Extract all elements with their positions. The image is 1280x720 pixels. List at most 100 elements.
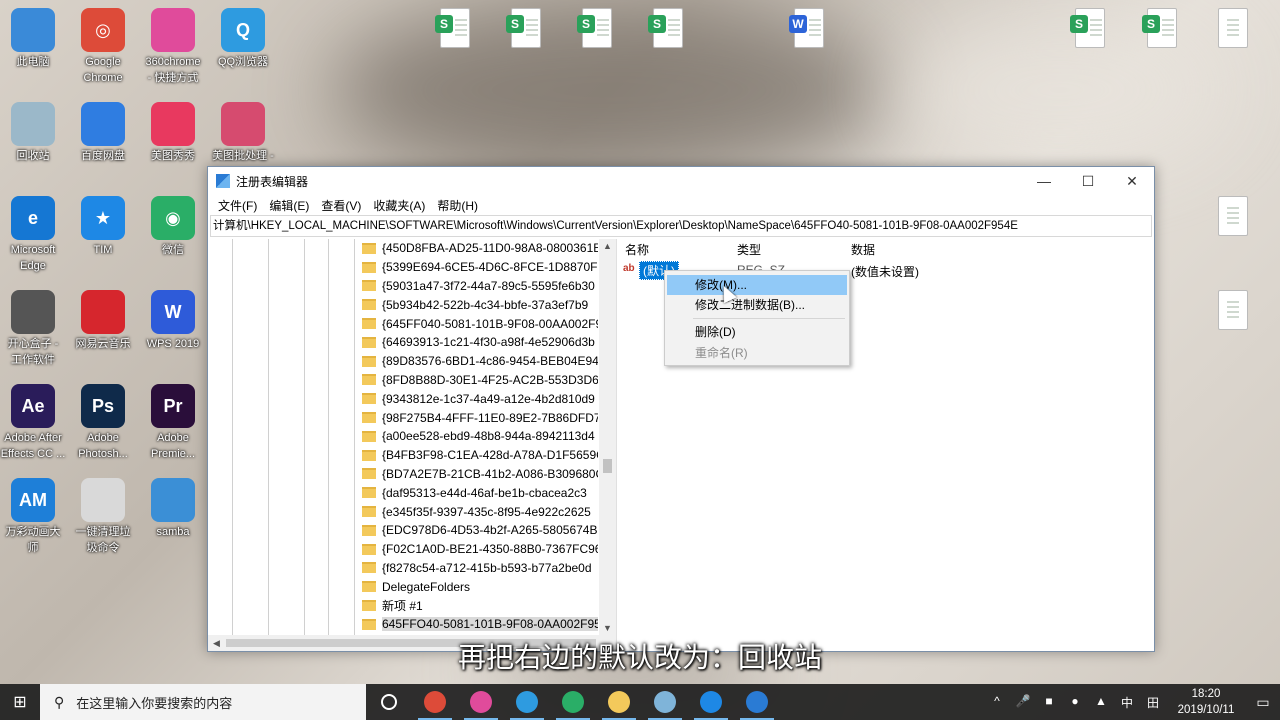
desktop-icon[interactable]: ★ TIM [67, 196, 139, 258]
tree-item-label: {450D8FBA-AD25-11D0-98A8-0800361E [382, 241, 598, 256]
desktop-icon[interactable]: ◎ Google Chrome [67, 8, 139, 86]
tree-item[interactable]: {5b934b42-522b-4c34-bbfe-37a3ef7b9 [362, 295, 598, 314]
menu-2[interactable]: 查看(V) [315, 197, 367, 214]
tree-item[interactable]: {B4FB3F98-C1EA-428d-A78A-D1F5659C [362, 446, 598, 465]
taskbar-app-task-view[interactable] [366, 684, 412, 720]
tree-item[interactable]: {5399E694-6CE5-4D6C-8FCE-1D8870FD [362, 258, 598, 277]
tree-item[interactable]: {f8278c54-a712-415b-b593-b77a2be0d [362, 559, 598, 578]
tree-item[interactable]: ›DelegateFolders [362, 577, 598, 596]
tree-vertical-scrollbar[interactable]: ▲ ▼ [599, 239, 616, 635]
tray-icon[interactable]: ■ [1036, 694, 1062, 711]
taskbar-app-360chrome[interactable] [458, 684, 504, 720]
tree-item[interactable]: {89D83576-6BD1-4c86-9454-BEB04E94 [362, 352, 598, 371]
address-bar[interactable]: 计算机\HKEY_LOCAL_MACHINE\SOFTWARE\Microsof… [210, 215, 1152, 237]
start-button[interactable]: ⊞ [0, 684, 40, 720]
menu-item-modify-binary[interactable]: 修改二进制数据(B)... [667, 295, 847, 315]
folder-icon [362, 468, 376, 480]
title-bar[interactable]: 注册表编辑器 — ☐ ✕ [208, 167, 1154, 195]
taskbar-app-notepad[interactable] [642, 684, 688, 720]
tree-item[interactable]: {450D8FBA-AD25-11D0-98A8-0800361E [362, 239, 598, 258]
tree-item[interactable]: {9343812e-1c37-4a49-a12e-4b2d810d9 [362, 389, 598, 408]
taskbar-app-chrome[interactable] [412, 684, 458, 720]
desktop-icon-label: 百度网盘 [81, 150, 125, 162]
column-type[interactable]: 类型 [737, 241, 761, 258]
folder-icon [362, 430, 376, 442]
tree-item[interactable]: {59031a47-3f72-44a7-89c5-5595fe6b30 [362, 277, 598, 296]
menu-item-rename[interactable]: 重命名(R) [667, 343, 847, 363]
menu-item-delete[interactable]: 删除(D) [667, 322, 847, 342]
tree-item[interactable]: {a00ee528-ebd9-48b8-944a-8942113d4 [362, 427, 598, 446]
tree-item[interactable]: {98F275B4-4FFF-11E0-89E2-7B86DFD72 [362, 408, 598, 427]
text-file-icon[interactable] [1218, 8, 1248, 48]
desktop-icon[interactable]: W WPS 2019 [137, 290, 209, 352]
desktop-icon[interactable]: 网易云音乐 [67, 290, 139, 352]
taskbar-app-qq-browser[interactable] [504, 684, 550, 720]
tree-item[interactable]: 645FFO40-5081-101B-9F08-0AA002F954 [362, 615, 598, 634]
desktop-icon[interactable]: 回收站 [0, 102, 69, 164]
spreadsheet-file-icon[interactable]: S [435, 8, 470, 48]
folder-icon [362, 581, 376, 593]
tree-item[interactable]: {64693913-1c21-4f30-a98f-4e52906d3b [362, 333, 598, 352]
text-file-icon[interactable] [1218, 290, 1248, 330]
tree-item[interactable]: {8FD8B88D-30E1-4F25-AC2B-553D3D65 [362, 371, 598, 390]
taskbar-app-regedit[interactable] [734, 684, 780, 720]
clock[interactable]: 18:20 2019/10/11 [1166, 686, 1246, 718]
desktop-icon[interactable]: 百度网盘 [67, 102, 139, 164]
spreadsheet-file-icon[interactable]: S [577, 8, 612, 48]
tray-icon[interactable]: 🎤 [1010, 694, 1036, 711]
notification-icon[interactable]: ▭ [1246, 694, 1280, 711]
tray-icon[interactable]: 田 [1140, 694, 1166, 711]
minimize-button[interactable]: — [1022, 167, 1066, 195]
menu-4[interactable]: 帮助(H) [431, 197, 484, 214]
desktop-icon-label: Adobe After Effects CC ... [0, 432, 66, 460]
spreadsheet-file-icon[interactable]: S [1070, 8, 1105, 48]
desktop-icon[interactable]: AM 万彩动画大 师 [0, 478, 69, 556]
desktop-icon[interactable]: samba [137, 478, 209, 540]
tree-item[interactable]: {daf95313-e44d-46af-be1b-cbacea2c3 [362, 483, 598, 502]
tray-icon[interactable]: ^ [984, 694, 1010, 711]
taskbar-search[interactable]: ⚲ 在这里输入你要搜索的内容 [40, 684, 366, 720]
desktop-icon[interactable]: 此电脑 [0, 8, 69, 70]
tree-item[interactable]: {645FF040-5081-101B-9F08-00AA002F9 [362, 314, 598, 333]
tree-item[interactable]: {EDC978D6-4D53-4b2f-A265-5805674B [362, 521, 598, 540]
column-name[interactable]: 名称 [625, 241, 649, 258]
task-view-icon [381, 694, 397, 710]
menu-1[interactable]: 编辑(E) [263, 197, 315, 214]
scroll-up-icon[interactable]: ▲ [603, 241, 612, 251]
desktop-icon[interactable]: Ps Adobe Photosh... [67, 384, 139, 462]
tree-item[interactable]: {e345f35f-9397-435c-8f95-4e922c2625 [362, 502, 598, 521]
maximize-button[interactable]: ☐ [1066, 167, 1110, 195]
desktop-icon[interactable]: 美图秀秀 [137, 102, 209, 164]
menu-0[interactable]: 文件(F) [212, 197, 263, 214]
close-button[interactable]: ✕ [1110, 167, 1154, 195]
desktop-icon[interactable]: Pr Adobe Premie... [137, 384, 209, 462]
tree-item[interactable]: {F02C1A0D-BE21-4350-88B0-7367FC96 [362, 540, 598, 559]
desktop-icon[interactable]: 一键清理垃 圾命令 [67, 478, 139, 556]
key-tree[interactable]: {450D8FBA-AD25-11D0-98A8-0800361E {5399E6… [208, 239, 617, 651]
spreadsheet-file-icon[interactable]: S [648, 8, 683, 48]
column-data[interactable]: 数据 [851, 241, 875, 258]
tree-item[interactable]: 新项 #1 [362, 596, 598, 615]
desktop-icon[interactable]: Q QQ浏览器 [207, 8, 279, 70]
taskbar-app-tim[interactable] [688, 684, 734, 720]
taskbar-app-wechat[interactable] [550, 684, 596, 720]
desktop-icon[interactable]: 美图批处理 - [207, 102, 279, 164]
tray-icon[interactable]: ● [1062, 694, 1088, 711]
spreadsheet-file-icon[interactable]: S [1142, 8, 1177, 48]
desktop-icon[interactable]: e Microsoft Edge [0, 196, 69, 274]
desktop-icon[interactable]: ◉ 微信 [137, 196, 209, 258]
tree-item[interactable]: {BD7A2E7B-21CB-41b2-A086-B309680C [362, 465, 598, 484]
menu-item-modify[interactable]: 修改(M)... [667, 275, 847, 295]
spreadsheet-file-icon[interactable]: S [506, 8, 541, 48]
menu-3[interactable]: 收藏夹(A) [367, 197, 431, 214]
scroll-thumb[interactable] [603, 459, 612, 473]
desktop-icon[interactable]: 360chrome - 快捷方式 [137, 8, 209, 86]
taskbar-app-file-explorer[interactable] [596, 684, 642, 720]
tray-icon[interactable]: ▲ [1088, 694, 1114, 711]
scroll-down-icon[interactable]: ▼ [603, 623, 612, 633]
tray-icon[interactable]: 中 [1114, 694, 1140, 711]
desktop-icon[interactable]: 开心盒子 - 工作软件 [0, 290, 69, 368]
text-file-icon[interactable] [1218, 196, 1248, 236]
word-file-icon[interactable]: W [789, 8, 824, 48]
desktop-icon[interactable]: Ae Adobe After Effects CC ... [0, 384, 69, 462]
